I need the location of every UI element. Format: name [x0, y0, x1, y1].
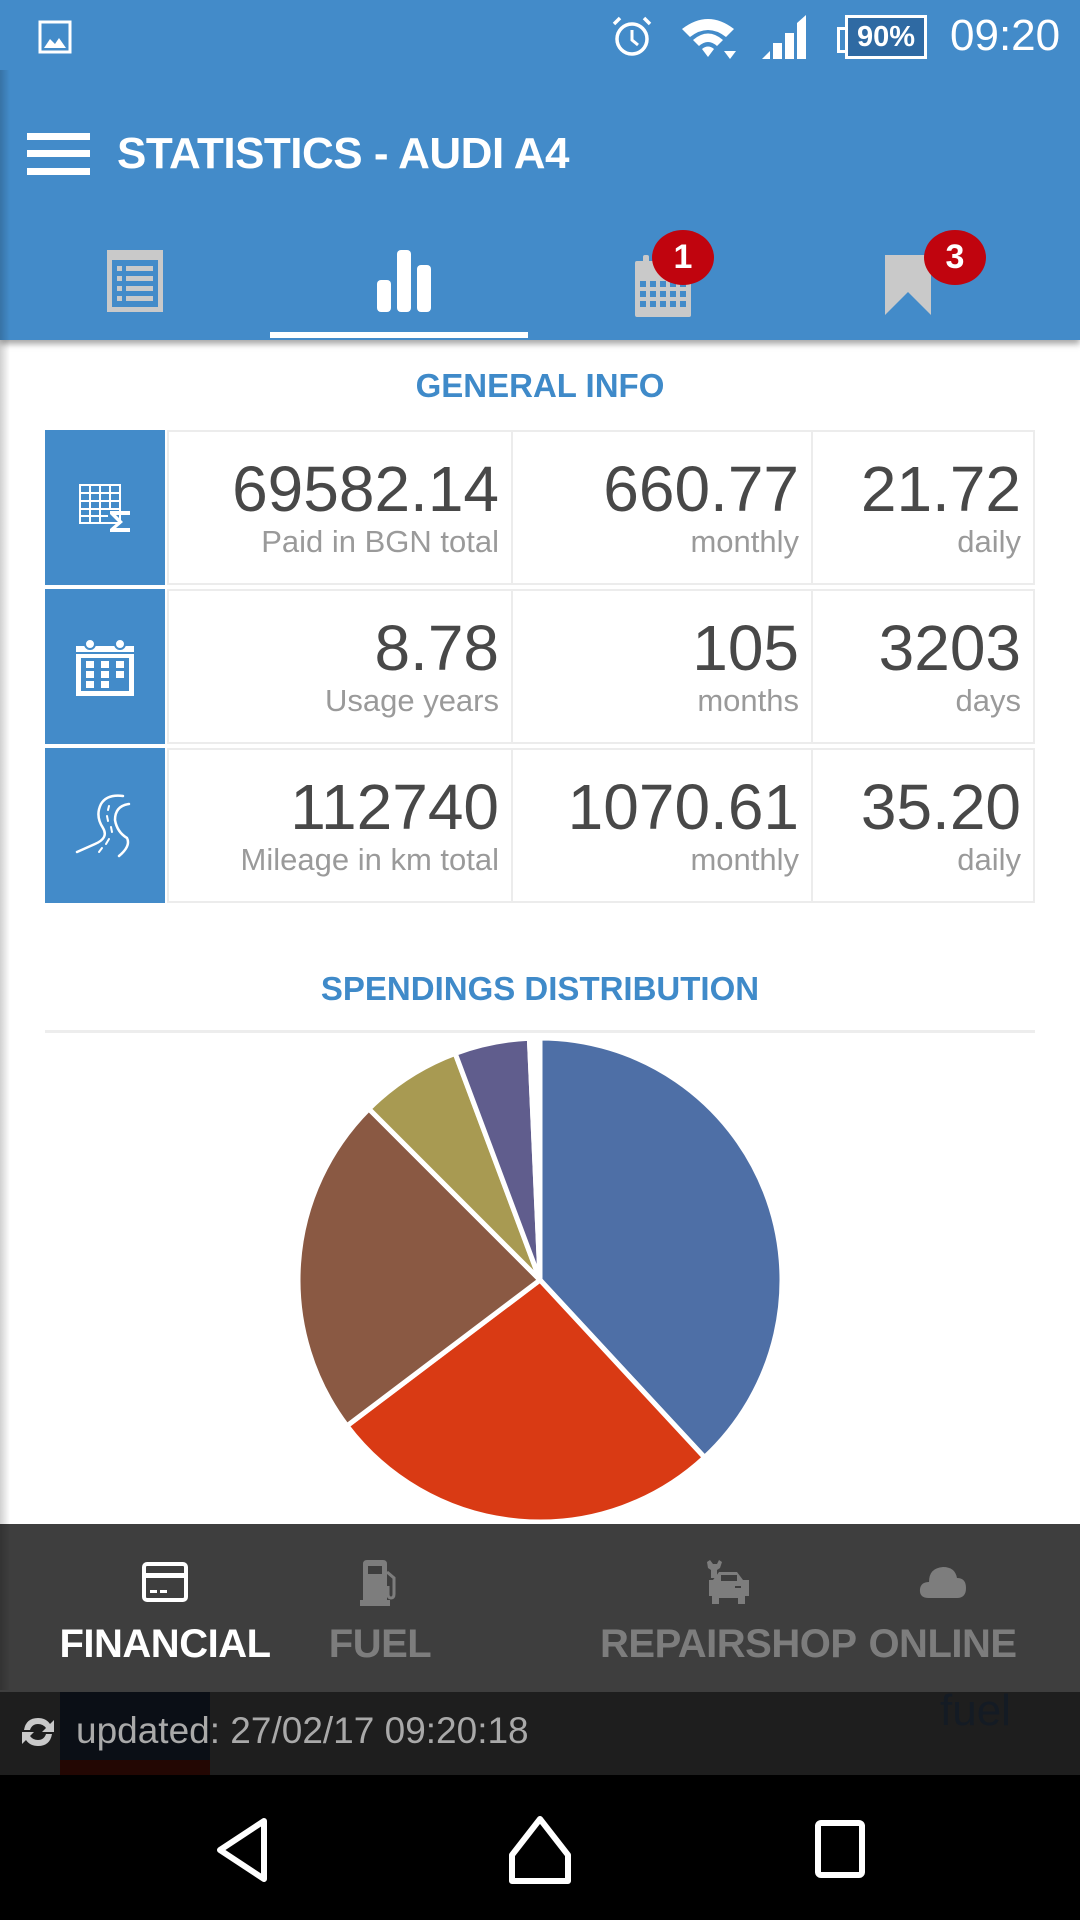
row-icon-box: [45, 430, 165, 585]
status-bar: 90% 09:20: [0, 0, 1080, 75]
stat-value: 8.78: [374, 612, 499, 684]
stat-label: daily: [957, 524, 1021, 559]
calendar-icon: [76, 637, 134, 696]
home-icon[interactable]: [500, 1815, 580, 1885]
stats-row-usage: 8.78 Usage years 105 months 3203 days: [45, 589, 1035, 744]
stat-label: months: [697, 683, 799, 718]
stats-row-mileage: 112740 Mileage in km total 1070.61 month…: [45, 748, 1035, 903]
nav-label: FINANCIAL: [59, 1622, 271, 1666]
system-navigation-bar: [0, 1775, 1080, 1920]
stat-value: 105: [692, 612, 799, 684]
stat-cell: 660.77 monthly: [511, 430, 813, 585]
stat-cell: 112740 Mileage in km total: [167, 748, 513, 903]
stat-label: Mileage in km total: [240, 842, 499, 877]
drawer-edge-shadow: [0, 70, 10, 1690]
stat-cell: 1070.61 monthly: [511, 748, 813, 903]
stat-cell: 35.20 daily: [811, 748, 1035, 903]
stat-cell: 105 months: [511, 589, 813, 744]
stat-value: 660.77: [603, 453, 799, 525]
nav-financial[interactable]: FINANCIAL: [40, 1524, 290, 1692]
tab-bookmarks[interactable]: 3: [810, 230, 1080, 340]
nav-online[interactable]: ONLINE: [865, 1524, 1020, 1692]
stat-label: monthly: [690, 524, 799, 559]
stat-value: 1070.61: [567, 771, 799, 843]
update-status-bar: updated: 27/02/17 09:20:18: [0, 1692, 1080, 1775]
stat-label: days: [955, 683, 1021, 718]
row-icon-box: [45, 748, 165, 903]
battery-indicator: 90%: [837, 15, 927, 59]
pie-chart: [295, 1035, 785, 1524]
stat-value: 69582.14: [232, 453, 499, 525]
table-sum-icon: [79, 483, 130, 532]
stat-label: daily: [957, 842, 1021, 877]
general-info-grid: 69582.14 Paid in BGN total 660.77 monthl…: [45, 430, 1035, 905]
row-icon-box: [45, 589, 165, 744]
car-repair-icon: [706, 1560, 749, 1604]
refresh-icon[interactable]: [18, 1712, 58, 1752]
stat-value: 35.20: [860, 771, 1021, 843]
background-overlap: [60, 1760, 210, 1775]
road-icon: [75, 793, 131, 857]
spendings-title: SPENDINGS DISTRIBUTION: [320, 970, 760, 1007]
gallery-notification-icon: [38, 20, 72, 54]
credit-card-icon: [142, 1562, 188, 1602]
back-icon[interactable]: [202, 1815, 282, 1885]
bar-chart-icon: [377, 250, 431, 312]
clock: 09:20: [950, 11, 1061, 60]
nav-repairshop[interactable]: REPAIRSHOP: [600, 1524, 857, 1692]
calendar-badge: 1: [652, 230, 714, 285]
cloud-icon: [919, 1567, 966, 1598]
stat-cell: 3203 days: [811, 589, 1035, 744]
stat-label: monthly: [690, 842, 799, 877]
nav-label: ONLINE: [868, 1622, 1017, 1666]
app-bar: 90% 09:20 STATISTICS - AUDI A4 1 3: [0, 0, 1080, 340]
top-tabs: 1 3: [0, 230, 1080, 340]
page-title: STATISTICS - AUDI A4: [117, 129, 570, 178]
stat-cell: 8.78 Usage years: [167, 589, 513, 744]
recents-icon[interactable]: [800, 1815, 880, 1885]
nav-label: FUEL: [328, 1622, 432, 1666]
bottom-navigation: FINANCIAL FUEL REPAIRSHOP ONLINE: [0, 1524, 1080, 1692]
stats-row-paid: 69582.14 Paid in BGN total 660.77 monthl…: [45, 430, 1035, 585]
stat-cell: 21.72 daily: [811, 430, 1035, 585]
general-info-title: GENERAL INFO: [415, 367, 665, 404]
stat-value: 3203: [878, 612, 1021, 684]
alarm-icon: [612, 16, 652, 56]
bookmarks-badge: 3: [924, 230, 986, 285]
fuel-pump-icon: [360, 1560, 396, 1606]
stat-label: Paid in BGN total: [261, 524, 499, 559]
active-tab-indicator: [270, 332, 528, 338]
tab-list[interactable]: [0, 230, 270, 340]
stat-cell: 69582.14 Paid in BGN total: [167, 430, 513, 585]
hamburger-menu-icon[interactable]: [27, 133, 90, 175]
tab-statistics[interactable]: [270, 230, 540, 340]
tab-calendar[interactable]: 1: [540, 230, 810, 340]
nav-fuel[interactable]: FUEL: [300, 1524, 460, 1692]
stat-label: Usage years: [324, 683, 499, 718]
nav-label: REPAIRSHOP: [600, 1622, 857, 1666]
last-updated-text: updated: 27/02/17 09:20:18: [76, 1710, 529, 1751]
stat-value: 21.72: [860, 453, 1021, 525]
legend-fuel-fragment: fuel: [940, 1686, 1011, 1735]
signal-icon: [762, 15, 806, 59]
stat-value: 112740: [290, 771, 499, 843]
wifi-icon: [682, 19, 736, 59]
spendings-chart: [0, 1030, 1080, 1524]
list-icon: [107, 250, 163, 312]
